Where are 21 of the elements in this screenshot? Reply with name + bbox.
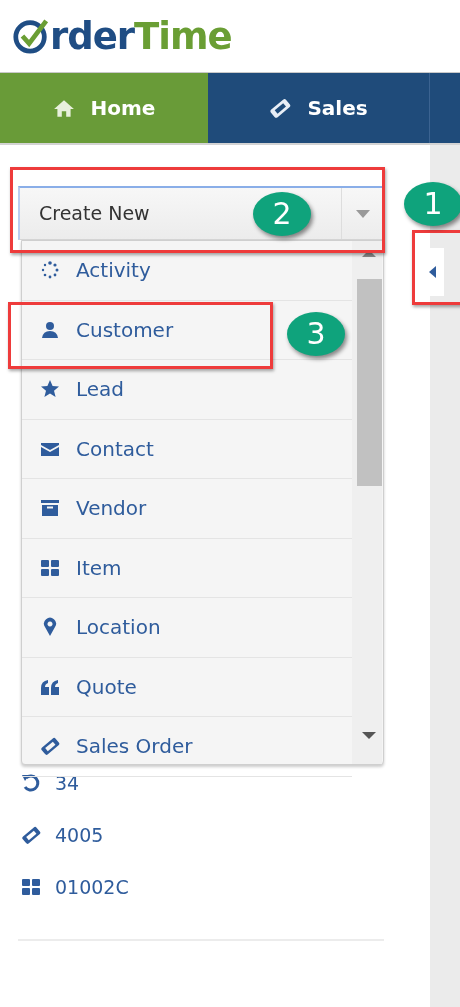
- scroll-up-icon[interactable]: [362, 250, 376, 257]
- recent-item-link[interactable]: 01002C: [55, 872, 129, 902]
- menu-item[interactable]: Item: [22, 538, 352, 598]
- logo-text: rderTime: [50, 17, 232, 55]
- undo-icon: [21, 773, 41, 793]
- grid-icon: [21, 877, 41, 897]
- menu-item[interactable]: Vendor: [22, 479, 352, 539]
- logo-clock-icon: [12, 17, 50, 55]
- grid-icon: [40, 557, 60, 578]
- menu-item[interactable]: Sales Order: [22, 717, 352, 777]
- archive-icon: [40, 498, 60, 519]
- scrollbar[interactable]: [352, 241, 382, 764]
- nav-tab[interactable]: Home: [0, 73, 208, 143]
- step-number-marker: 1: [404, 182, 460, 226]
- scrollbar-thumb[interactable]: [357, 279, 382, 486]
- caret-icon: [355, 209, 370, 218]
- spinner-icon: [40, 260, 60, 281]
- scroll-down-icon[interactable]: [362, 732, 376, 739]
- recent-item-link[interactable]: 4005: [55, 820, 104, 850]
- caret-left-icon: [428, 266, 436, 278]
- user-icon: [40, 319, 60, 340]
